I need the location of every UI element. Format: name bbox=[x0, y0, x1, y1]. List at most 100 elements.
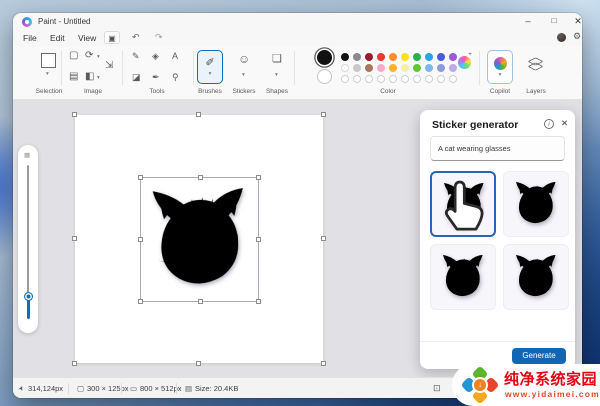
account-avatar[interactable] bbox=[557, 33, 566, 42]
color-swatch[interactable] bbox=[401, 64, 409, 72]
canvas-resize-handle[interactable] bbox=[72, 236, 77, 241]
minimize-button[interactable]: – bbox=[519, 13, 537, 29]
empty-color-slot[interactable] bbox=[353, 75, 361, 83]
chevron-down-icon[interactable]: ▾ bbox=[97, 75, 100, 81]
sticker-thumbnail-2[interactable] bbox=[503, 171, 569, 237]
canvas-resize-handle[interactable] bbox=[72, 112, 77, 117]
shapes-icon[interactable]: ❏ bbox=[272, 54, 282, 64]
color-swatch[interactable] bbox=[389, 53, 397, 61]
copilot-button[interactable]: ▾ bbox=[487, 50, 513, 84]
crop-icon[interactable]: ▢ bbox=[69, 51, 78, 61]
sticker-thumbnail-4[interactable] bbox=[503, 244, 569, 310]
chevron-down-icon[interactable]: ▾ bbox=[97, 54, 100, 60]
selection-handle[interactable] bbox=[256, 175, 261, 180]
secondary-color-swatch[interactable] bbox=[317, 69, 332, 84]
empty-color-slot[interactable] bbox=[389, 75, 397, 83]
canvas-resize-handle[interactable] bbox=[72, 361, 77, 366]
color-swatch[interactable] bbox=[401, 53, 409, 61]
sticker-thumbnail-3[interactable] bbox=[430, 244, 496, 310]
color-picker-wheel-icon[interactable] bbox=[458, 56, 471, 69]
menu-edit[interactable]: Edit bbox=[46, 31, 69, 45]
color-swatch[interactable] bbox=[413, 64, 421, 72]
panel-divider bbox=[420, 341, 575, 342]
empty-color-slot[interactable] bbox=[413, 75, 421, 83]
color-swatch[interactable] bbox=[353, 53, 361, 61]
redo-icon[interactable]: ↷ bbox=[155, 32, 163, 43]
selection-handle[interactable] bbox=[256, 299, 261, 304]
undo-icon[interactable]: ↶ bbox=[132, 32, 140, 43]
drawing-canvas[interactable] bbox=[75, 115, 323, 363]
eraser-icon[interactable]: ◪ bbox=[132, 72, 141, 82]
zoom-slider[interactable]: ▦ bbox=[18, 145, 38, 333]
generate-button[interactable]: Generate bbox=[512, 348, 566, 364]
sticker-icon[interactable]: ☺ bbox=[238, 54, 250, 64]
color-swatch[interactable] bbox=[425, 53, 433, 61]
panel-close-icon[interactable]: ✕ bbox=[561, 118, 568, 129]
title-bar[interactable]: Paint - Untitled – □ ✕ bbox=[13, 13, 582, 29]
close-button[interactable]: ✕ bbox=[569, 13, 582, 29]
chevron-down-icon[interactable]: ▾ bbox=[242, 72, 245, 78]
zoom-slider-thumb[interactable] bbox=[24, 292, 33, 301]
layers-icon[interactable] bbox=[529, 56, 543, 72]
sticker-thumbnail-1[interactable] bbox=[430, 171, 496, 237]
menu-view[interactable]: View bbox=[74, 31, 100, 45]
prompt-input[interactable] bbox=[430, 136, 565, 161]
color-swatch[interactable] bbox=[449, 53, 457, 61]
chevron-down-icon[interactable]: ▾ bbox=[275, 72, 278, 78]
canvas-resize-handle[interactable] bbox=[321, 112, 326, 117]
selection-handle[interactable] bbox=[198, 299, 203, 304]
empty-color-slot[interactable] bbox=[401, 75, 409, 83]
empty-color-slot[interactable] bbox=[425, 75, 433, 83]
fill-bucket-icon[interactable]: ◈ bbox=[152, 51, 159, 61]
canvas-resize-handle[interactable] bbox=[196, 112, 201, 117]
color-swatch[interactable] bbox=[437, 53, 445, 61]
color-swatch[interactable] bbox=[377, 53, 385, 61]
sticker-selection-box[interactable] bbox=[140, 177, 259, 302]
empty-color-slot[interactable] bbox=[341, 75, 349, 83]
canvas-resize-handle[interactable] bbox=[321, 361, 326, 366]
selection-handle[interactable] bbox=[138, 175, 143, 180]
color-swatch[interactable] bbox=[365, 53, 373, 61]
canvas-resize-handle[interactable] bbox=[321, 236, 326, 241]
empty-color-slot[interactable] bbox=[365, 75, 373, 83]
selection-handle[interactable] bbox=[138, 237, 143, 242]
cat-sticker-on-canvas[interactable] bbox=[141, 179, 259, 301]
rotate-icon[interactable]: ⟳ bbox=[85, 51, 93, 61]
color-swatch[interactable] bbox=[389, 64, 397, 72]
brushes-button[interactable]: ✐ ▾ bbox=[197, 50, 223, 84]
resize-icon[interactable]: ⇲ bbox=[105, 61, 113, 71]
hand-cursor-icon bbox=[439, 179, 489, 231]
color-swatch[interactable] bbox=[365, 64, 373, 72]
flip-icon[interactable]: ◧ bbox=[85, 72, 94, 82]
color-swatch[interactable] bbox=[413, 53, 421, 61]
empty-color-slot[interactable] bbox=[449, 75, 457, 83]
image-thumbnail-icon[interactable]: ▤ bbox=[69, 72, 78, 82]
save-icon[interactable]: ▣ bbox=[104, 31, 120, 44]
magnifier-icon[interactable]: ⚲ bbox=[172, 72, 179, 82]
empty-color-slot[interactable] bbox=[377, 75, 385, 83]
color-swatch[interactable] bbox=[341, 64, 349, 72]
info-icon[interactable]: i bbox=[544, 119, 554, 129]
canvas-resize-handle[interactable] bbox=[196, 361, 201, 366]
selection-handle[interactable] bbox=[198, 175, 203, 180]
pencil-icon[interactable]: ✎ bbox=[132, 51, 140, 61]
color-swatch[interactable] bbox=[437, 64, 445, 72]
fit-to-screen-icon[interactable]: ⊡ bbox=[433, 384, 441, 393]
menu-file[interactable]: File bbox=[19, 31, 41, 45]
color-swatch[interactable] bbox=[449, 64, 457, 72]
selection-handle[interactable] bbox=[138, 299, 143, 304]
copilot-icon bbox=[494, 57, 507, 70]
empty-color-slot[interactable] bbox=[437, 75, 445, 83]
maximize-button[interactable]: □ bbox=[545, 13, 563, 29]
chevron-down-icon[interactable]: ▾ bbox=[46, 71, 49, 77]
eyedropper-icon[interactable]: ✒ bbox=[152, 72, 160, 82]
text-tool-icon[interactable]: A bbox=[172, 51, 178, 61]
settings-gear-icon[interactable]: ⚙ bbox=[573, 31, 581, 42]
color-swatch[interactable] bbox=[341, 53, 349, 61]
selection-handle[interactable] bbox=[256, 237, 261, 242]
color-swatch[interactable] bbox=[353, 64, 361, 72]
color-swatch[interactable] bbox=[377, 64, 385, 72]
color-swatch[interactable] bbox=[425, 64, 433, 72]
primary-color-swatch[interactable] bbox=[317, 50, 332, 65]
selection-tool-button[interactable] bbox=[41, 53, 56, 68]
